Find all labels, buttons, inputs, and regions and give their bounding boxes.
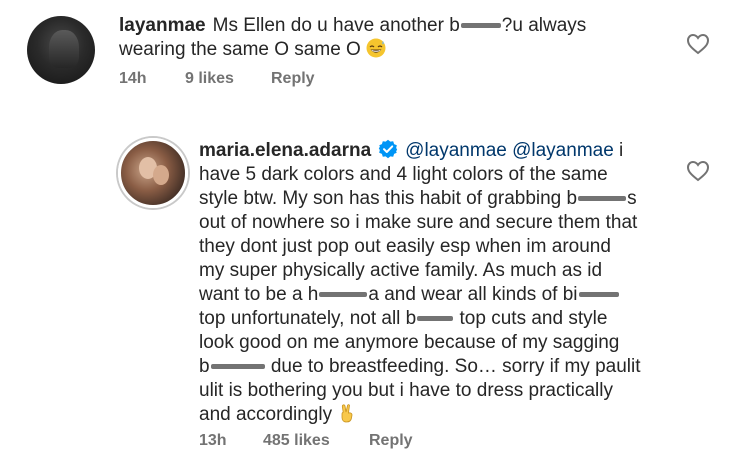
comment-text-part: top cuts and style [454,308,608,329]
heart-outline-icon[interactable] [686,160,710,182]
grinning-sweat-emoji [366,38,386,58]
comment-text-part: ulit is bothering you but i have to dres… [199,380,613,401]
comment-text-part: want to be a h [199,284,319,305]
victory-hand-emoji [341,404,353,423]
reply-button[interactable]: Reply [369,432,413,450]
username[interactable]: maria.elena.adarna [199,140,371,161]
comment-text-part: ?u always [501,15,587,36]
comment-text-part: have 5 dark colors and 4 light colors of… [199,164,608,185]
like-count[interactable]: 485 likes [263,432,369,450]
like-count[interactable]: 9 likes [185,70,271,88]
comment-text-part: wearing the same O same O [119,39,361,60]
heart-outline-icon[interactable] [686,33,710,55]
comment-text-part: and accordingly [199,404,333,425]
censor-bar [417,316,454,322]
censor-bar [578,292,619,298]
censor-bar [578,196,627,202]
comment-text-part: they dont just pop out easily esp when i… [199,236,611,257]
comment-text-part: i [613,140,624,161]
comment-text-part: a and wear all kinds of bi [368,284,578,305]
avatar-face [153,165,169,185]
censor-bar [460,23,501,29]
comment-text-part: top unfortunately, not all b [199,308,417,329]
reply-button[interactable]: Reply [271,70,315,88]
timestamp[interactable]: 14h [119,70,185,88]
username[interactable]: layanmae [119,15,206,36]
avatar[interactable] [118,138,188,208]
comment-text: layanmae Ms Ellen do u have another b ?u a… [119,14,639,62]
censor-bar [210,364,265,370]
comment-text-part: Ms Ellen do u have another b [212,15,460,36]
avatar[interactable] [27,16,95,84]
censor-bar [319,292,368,298]
comment-text-part: look good on me anymore because of my sa… [199,332,620,353]
timestamp[interactable]: 13h [199,432,263,450]
comment-text: maria.elena.adarna @layanmae @layanmae i… [199,139,647,427]
avatar-figure [49,30,79,68]
comment-text-part: out of nowhere so i make sure and secure… [199,212,638,233]
comment-meta: 14h 9 likes Reply [119,70,315,88]
comment-text-part: s [627,188,637,209]
mention-link[interactable]: @layanmae @layanmae [405,140,614,161]
comment-text-part: style btw. My son has this habit of grab… [199,188,578,209]
comment-text-part: my super physically active family. As mu… [199,260,603,281]
comment-text-part: b [199,356,210,377]
comment-meta: 13h 485 likes Reply [199,432,413,450]
comment-text-part: due to breastfeeding. So… sorry if my pa… [265,356,641,377]
verified-badge-icon [378,139,398,159]
